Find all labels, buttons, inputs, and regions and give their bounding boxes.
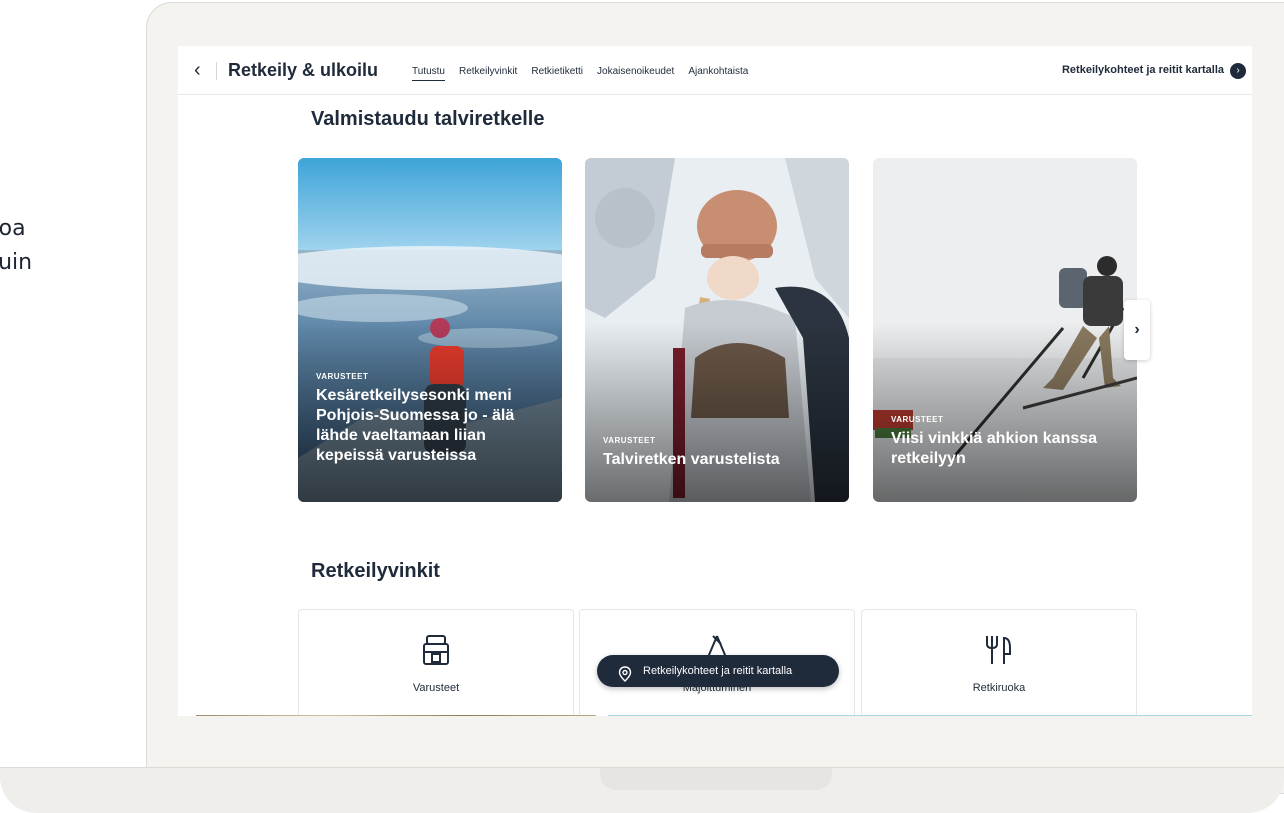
tab-retkeilyvinkit[interactable]: Retkeilyvinkit bbox=[459, 66, 517, 81]
nav-tabs: Tutustu Retkeilyvinkit Retkietiketti Jok… bbox=[412, 66, 748, 81]
image-strip-partial bbox=[608, 715, 1252, 716]
article-card[interactable]: VARUSTEET Viisi vinkkiä ahkion kanssa re… bbox=[873, 158, 1137, 502]
laptop-notch bbox=[600, 768, 832, 790]
tab-tutustu[interactable]: Tutustu bbox=[412, 66, 445, 81]
back-chevron-icon[interactable]: ‹ bbox=[194, 59, 201, 82]
side-text-line: kuin bbox=[0, 250, 33, 275]
carousel-next-button[interactable]: › bbox=[1124, 300, 1150, 360]
tab-ajankohtaista[interactable]: Ajankohtaista bbox=[688, 66, 748, 81]
side-text-line: toa bbox=[0, 216, 26, 241]
map-pin-icon bbox=[617, 663, 633, 695]
card-title: Talviretken varustelista bbox=[603, 451, 780, 468]
card-category: VARUSTEET bbox=[603, 436, 656, 445]
nav-divider bbox=[216, 62, 217, 80]
floating-map-button-label: Retkeilykohteet ja reitit kartalla bbox=[643, 665, 793, 677]
card-category: VARUSTEET bbox=[316, 372, 369, 381]
card-gradient bbox=[585, 322, 849, 502]
floating-map-button[interactable]: Retkeilykohteet ja reitit kartalla bbox=[597, 655, 839, 687]
browser-screen: ‹ Retkeily & ulkoilu Tutustu Retkeilyvin… bbox=[178, 46, 1252, 716]
card-title: Kesäretkeilysesonki meni Pohjois-Suomess… bbox=[316, 387, 515, 464]
tip-card-varusteet[interactable]: Varusteet bbox=[298, 609, 574, 716]
tip-label: Retkiruoka bbox=[972, 682, 1026, 694]
image-strip-partial bbox=[196, 715, 596, 716]
side-text: toa kuin bbox=[0, 212, 32, 280]
map-link[interactable]: Retkeilykohteet ja reitit kartalla bbox=[1062, 64, 1224, 76]
tab-jokaisenoikeudet[interactable]: Jokaisenoikeudet bbox=[597, 66, 674, 81]
card-title: Viisi vinkkiä ahkion kanssa retkeilyyn bbox=[891, 430, 1098, 467]
site-section-title[interactable]: Retkeily & ulkoilu bbox=[228, 60, 378, 81]
article-card[interactable]: VARUSTEET Kesäretkeilysesonki meni Pohjo… bbox=[298, 158, 562, 502]
article-card[interactable]: VARUSTEET Talviretken varustelista bbox=[585, 158, 849, 502]
tab-retkietiketti[interactable]: Retkietiketti bbox=[531, 66, 583, 81]
chevron-right-circle-icon[interactable]: › bbox=[1230, 63, 1246, 79]
top-navigation: ‹ Retkeily & ulkoilu Tutustu Retkeilyvin… bbox=[178, 46, 1252, 95]
tip-card-retkiruoka[interactable]: Retkiruoka bbox=[861, 609, 1137, 716]
tip-label: Varusteet bbox=[412, 682, 460, 694]
section-title-winter: Valmistaudu talviretkelle bbox=[311, 108, 545, 130]
card-category: VARUSTEET bbox=[891, 415, 944, 424]
card-gradient bbox=[873, 322, 1137, 502]
section-title-tips: Retkeilyvinkit bbox=[311, 560, 440, 582]
backpack-icon bbox=[421, 634, 451, 671]
fork-spoon-icon bbox=[984, 634, 1014, 671]
